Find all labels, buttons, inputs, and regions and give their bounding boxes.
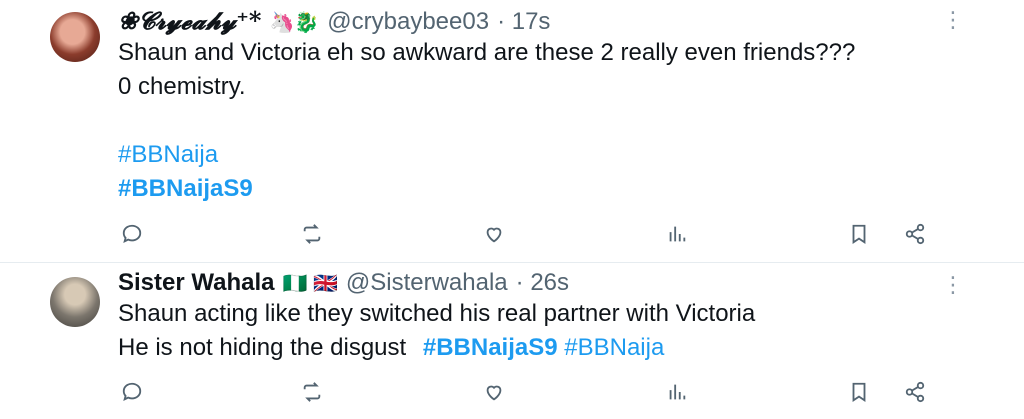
timestamp-value: 17s bbox=[511, 8, 551, 35]
tweet-line: He is not hiding the disgust bbox=[118, 334, 407, 361]
handle[interactable]: @Sisterwahala bbox=[346, 269, 508, 297]
tweet-actions bbox=[118, 378, 944, 406]
share-icon[interactable] bbox=[901, 220, 929, 248]
avatar[interactable] bbox=[50, 12, 100, 62]
views-icon[interactable] bbox=[663, 220, 691, 248]
more-options-icon[interactable]: ⋮ bbox=[942, 273, 964, 297]
reply-icon[interactable] bbox=[118, 220, 146, 248]
timestamp[interactable]: · 17s bbox=[497, 8, 550, 36]
like-icon[interactable] bbox=[480, 378, 508, 406]
hashtag-link[interactable]: #BBNaija bbox=[564, 334, 664, 361]
name-emojis: 🇳🇬 🇬🇧 bbox=[282, 273, 338, 295]
timestamp-value: 26s bbox=[530, 269, 570, 296]
handle[interactable]: @crybaybee03 bbox=[327, 8, 489, 36]
tweet-line: Shaun acting like they switched his real… bbox=[118, 300, 756, 327]
tweet-header: Sister Wahala 🇳🇬 🇬🇧 @Sisterwahala · 26s bbox=[118, 269, 569, 297]
hashtag-link[interactable]: #BBNaija bbox=[118, 138, 855, 172]
display-name[interactable]: Sister Wahala bbox=[118, 269, 275, 297]
like-icon[interactable] bbox=[480, 220, 508, 248]
tweet[interactable]: Sister Wahala 🇳🇬 🇬🇧 @Sisterwahala · 26s … bbox=[0, 263, 1024, 419]
more-options-icon[interactable]: ⋮ bbox=[942, 8, 964, 32]
hashtag-link[interactable]: #BBNaijaS9 bbox=[118, 172, 855, 206]
tweet-actions bbox=[118, 220, 944, 248]
bookmark-icon[interactable] bbox=[845, 220, 873, 248]
hashtag-link[interactable]: #BBNaijaS9 bbox=[423, 334, 558, 361]
tweet-header: ❀𝓒𝓻𝔂𝓮𝓪𝓱𝔂⁺* 🦄🐉 @crybaybee03 · 17s bbox=[118, 6, 550, 36]
name-emojis: 🦄🐉 bbox=[269, 12, 320, 34]
repost-icon[interactable] bbox=[298, 378, 326, 406]
share-icon[interactable] bbox=[901, 378, 929, 406]
display-name[interactable]: ❀𝓒𝓻𝔂𝓮𝓪𝓱𝔂⁺* bbox=[118, 6, 261, 35]
tweet-text: Shaun acting like they switched his real… bbox=[118, 297, 755, 365]
timestamp[interactable]: · 26s bbox=[516, 269, 569, 297]
tweet-line: Shaun and Victoria eh so awkward are the… bbox=[118, 39, 856, 66]
tweet-line-row: He is not hiding the disgust #BBNaijaS9 … bbox=[118, 331, 755, 365]
tweet[interactable]: ❀𝓒𝓻𝔂𝓮𝓪𝓱𝔂⁺* 🦄🐉 @crybaybee03 · 17s ⋮ Shaun… bbox=[0, 0, 1024, 263]
reply-icon[interactable] bbox=[118, 378, 146, 406]
tweet-text: Shaun and Victoria eh so awkward are the… bbox=[118, 36, 855, 206]
repost-icon[interactable] bbox=[298, 220, 326, 248]
tweet-line: 0 chemistry. bbox=[118, 73, 246, 100]
bookmark-icon[interactable] bbox=[845, 378, 873, 406]
avatar[interactable] bbox=[50, 277, 100, 327]
views-icon[interactable] bbox=[663, 378, 691, 406]
